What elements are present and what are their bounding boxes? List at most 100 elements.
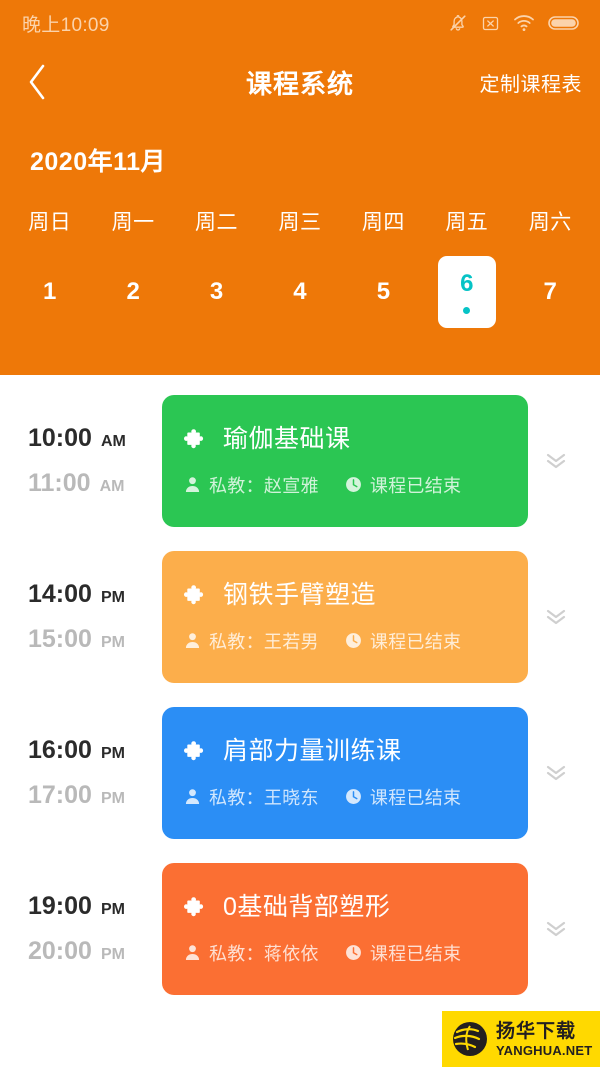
class-title: 瑜伽基础课 <box>223 425 351 454</box>
class-end-meridiem: PM <box>100 790 125 807</box>
expand-class-button[interactable] <box>528 551 584 683</box>
date-number: 4 <box>293 278 307 305</box>
date-number: 3 <box>209 278 224 305</box>
date-number: 7 <box>543 278 557 305</box>
date-cell-1[interactable]: 1 <box>8 256 91 328</box>
date-cell-5[interactable]: 5 <box>342 256 425 328</box>
class-start-meridiem: PM <box>100 589 125 606</box>
clock-icon <box>345 945 361 961</box>
class-end-meridiem: AM <box>99 478 125 495</box>
class-coach-text: 私教：蒋依依 <box>209 943 319 964</box>
class-row: 19:00 PM 20:00 PM 0基础背部塑形 私教：蒋依依 课程已结束 <box>0 863 600 995</box>
class-title: 0基础背部塑形 <box>223 893 391 922</box>
person-icon <box>185 477 200 493</box>
date-row: 1 2 3 4 5 6 7 <box>0 256 600 328</box>
class-coach: 私教：王晓东 <box>184 784 319 810</box>
class-time-column: 10:00 AM 11:00 AM <box>0 395 162 527</box>
date-cell-7[interactable]: 7 <box>509 256 592 328</box>
date-number: 6 <box>460 270 474 297</box>
battery-icon <box>548 16 579 30</box>
class-row: 14:00 PM 15:00 PM 钢铁手臂塑造 私教：王若男 课程已结束 <box>0 551 600 683</box>
class-end-meridiem: PM <box>100 946 125 963</box>
class-start-time: 14:00 <box>28 580 92 608</box>
clock-icon <box>345 789 361 805</box>
class-row: 16:00 PM 17:00 PM 肩部力量训练课 私教：王晓东 课程已结束 <box>0 707 600 839</box>
customize-schedule-button[interactable]: 定制课程表 <box>480 68 583 97</box>
chevron-left-icon <box>29 64 45 100</box>
header-block: 晚上10:09 课程系统 定制课程表 2020年11月 周日 周一 周二 周三 … <box>0 0 600 375</box>
schedule-list: 10:00 AM 11:00 AM 瑜伽基础课 私教：赵宣雅 课程已结束 14:… <box>0 375 600 1067</box>
class-status-text: 课程已结束 <box>369 631 462 652</box>
month-label: 2020年11月 <box>30 148 167 176</box>
class-start-meridiem: PM <box>100 901 125 918</box>
watermark: 扬华下载 YANGHUA.NET <box>442 1011 600 1067</box>
expand-class-button[interactable] <box>528 863 584 995</box>
weekday-row: 周日 周一 周二 周三 周四 周五 周六 <box>0 206 600 236</box>
class-title: 肩部力量训练课 <box>223 737 402 766</box>
class-status-text: 课程已结束 <box>369 943 462 964</box>
date-cell-3[interactable]: 3 <box>175 256 258 328</box>
x-box-icon <box>482 16 499 30</box>
class-end-time: 20:00 <box>28 937 92 965</box>
class-card[interactable]: 瑜伽基础课 私教：赵宣雅 课程已结束 <box>162 395 528 527</box>
class-coach-text: 私教：王若男 <box>209 631 319 652</box>
weekday-tuesday: 周二 <box>195 211 239 234</box>
chevrons-down-icon <box>546 609 566 625</box>
chevrons-down-icon <box>546 921 566 937</box>
yanghua-logo-icon <box>453 1022 487 1056</box>
app-screen: 晚上10:09 课程系统 定制课程表 2020年11月 周日 周一 周二 周三 … <box>0 0 600 1067</box>
person-icon <box>185 633 200 649</box>
class-coach: 私教：赵宣雅 <box>184 472 319 498</box>
expand-class-button[interactable] <box>528 707 584 839</box>
weekday-friday: 周五 <box>445 211 489 234</box>
class-coach: 私教：王若男 <box>184 628 319 654</box>
weekday-wednesday: 周三 <box>278 211 322 234</box>
class-start-time: 16:00 <box>28 736 92 764</box>
class-start-meridiem: PM <box>100 745 125 762</box>
class-title: 钢铁手臂塑造 <box>223 581 377 610</box>
wifi-icon <box>514 15 534 31</box>
chevrons-down-icon <box>546 765 566 781</box>
class-start-time: 10:00 <box>28 424 92 452</box>
date-cell-2[interactable]: 2 <box>91 256 174 328</box>
class-start-time: 19:00 <box>28 892 92 920</box>
class-time-column: 14:00 PM 15:00 PM <box>0 551 162 683</box>
class-coach-text: 私教：赵宣雅 <box>209 475 319 496</box>
expand-class-button[interactable] <box>528 395 584 527</box>
class-coach-text: 私教：王晓东 <box>209 787 319 808</box>
back-button[interactable] <box>26 59 60 105</box>
watermark-cn: 扬华下载 <box>496 1020 577 1042</box>
class-end-time: 17:00 <box>28 781 92 809</box>
status-bar-icons <box>448 13 582 33</box>
class-status: 课程已结束 <box>345 628 462 654</box>
class-row: 10:00 AM 11:00 AM 瑜伽基础课 私教：赵宣雅 课程已结束 <box>0 395 600 527</box>
chevrons-down-icon <box>546 453 566 469</box>
class-card[interactable]: 肩部力量训练课 私教：王晓东 课程已结束 <box>162 707 528 839</box>
class-end-time: 15:00 <box>28 625 92 653</box>
weekday-monday: 周一 <box>111 211 155 234</box>
nav-bar: 课程系统 定制课程表 <box>0 46 600 118</box>
date-number: 2 <box>126 278 140 305</box>
class-time-column: 16:00 PM 17:00 PM <box>0 707 162 839</box>
weekday-sunday: 周日 <box>28 211 72 234</box>
class-end-meridiem: PM <box>100 634 125 651</box>
weekday-saturday: 周六 <box>528 211 572 234</box>
puzzle-piece-icon <box>184 585 204 605</box>
class-status-text: 课程已结束 <box>369 475 462 496</box>
class-card[interactable]: 钢铁手臂塑造 私教：王若男 课程已结束 <box>162 551 528 683</box>
puzzle-piece-icon <box>184 741 204 761</box>
class-start-meridiem: AM <box>100 433 126 450</box>
status-bar-time: 晚上10:09 <box>22 14 110 36</box>
class-status: 课程已结束 <box>345 940 462 966</box>
class-status: 课程已结束 <box>345 472 462 498</box>
class-coach: 私教：蒋依依 <box>184 940 319 966</box>
puzzle-piece-icon <box>184 897 204 917</box>
date-cell-6-selected[interactable]: 6 <box>425 256 508 328</box>
date-has-class-dot <box>463 307 471 314</box>
clock-icon <box>345 633 361 649</box>
date-cell-4[interactable]: 4 <box>258 256 341 328</box>
class-time-column: 19:00 PM 20:00 PM <box>0 863 162 995</box>
watermark-en: YANGHUA.NET <box>496 1042 593 1058</box>
class-status-text: 课程已结束 <box>369 787 462 808</box>
class-card[interactable]: 0基础背部塑形 私教：蒋依依 课程已结束 <box>162 863 528 995</box>
